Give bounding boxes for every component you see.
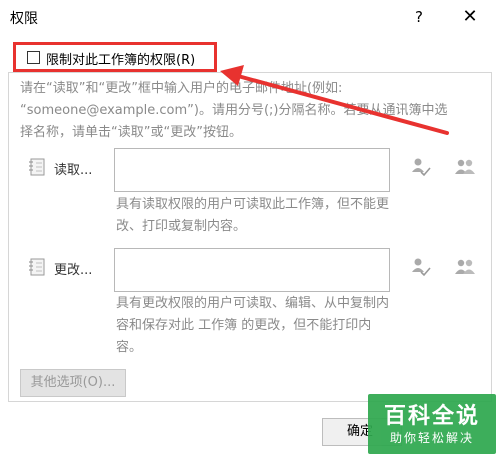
window-title: 权限 xyxy=(10,11,38,27)
address-book-icon[interactable] xyxy=(28,257,48,277)
instructions-text: 请在“读取”和“更改”框中输入用户的电子邮件地址(例如: “someone@ex… xyxy=(20,81,448,140)
check-names-icon[interactable] xyxy=(410,156,432,178)
more-options-button[interactable]: 其他选项(O)... xyxy=(20,369,126,397)
watermark-logo: 百科全说 助你轻松解决 xyxy=(368,394,496,454)
change-button[interactable]: 更改... xyxy=(54,259,92,278)
watermark-title: 百科全说 xyxy=(383,404,480,429)
restrict-permission-highlight[interactable]: 限制对此工作簿的权限(R) xyxy=(13,42,217,72)
read-description: 具有读取权限的用户可读取此工作簿，但不能更改、打印或复制内容。 xyxy=(116,197,390,234)
change-description: 具有更改权限的用户可读取、编辑、从中复制内容和保存对此 工作簿 的更改，但不能打… xyxy=(116,296,390,355)
check-names-icon[interactable] xyxy=(410,256,432,278)
user-group-icon[interactable] xyxy=(454,256,476,278)
address-book-icon[interactable] xyxy=(28,157,48,177)
change-users-input[interactable] xyxy=(114,248,390,292)
close-button[interactable]: ✕ xyxy=(455,4,485,30)
restrict-permission-label[interactable]: 限制对此工作簿的权限(R) xyxy=(46,49,195,68)
title-bar: 权限 ? ✕ xyxy=(0,0,500,34)
read-users-input[interactable] xyxy=(114,148,390,192)
restrict-permission-checkbox[interactable] xyxy=(27,51,40,64)
user-group-icon[interactable] xyxy=(454,156,476,178)
watermark-subtitle: 助你轻松解决 xyxy=(389,431,474,445)
help-button[interactable]: ? xyxy=(405,4,433,30)
read-button[interactable]: 读取... xyxy=(54,159,92,178)
